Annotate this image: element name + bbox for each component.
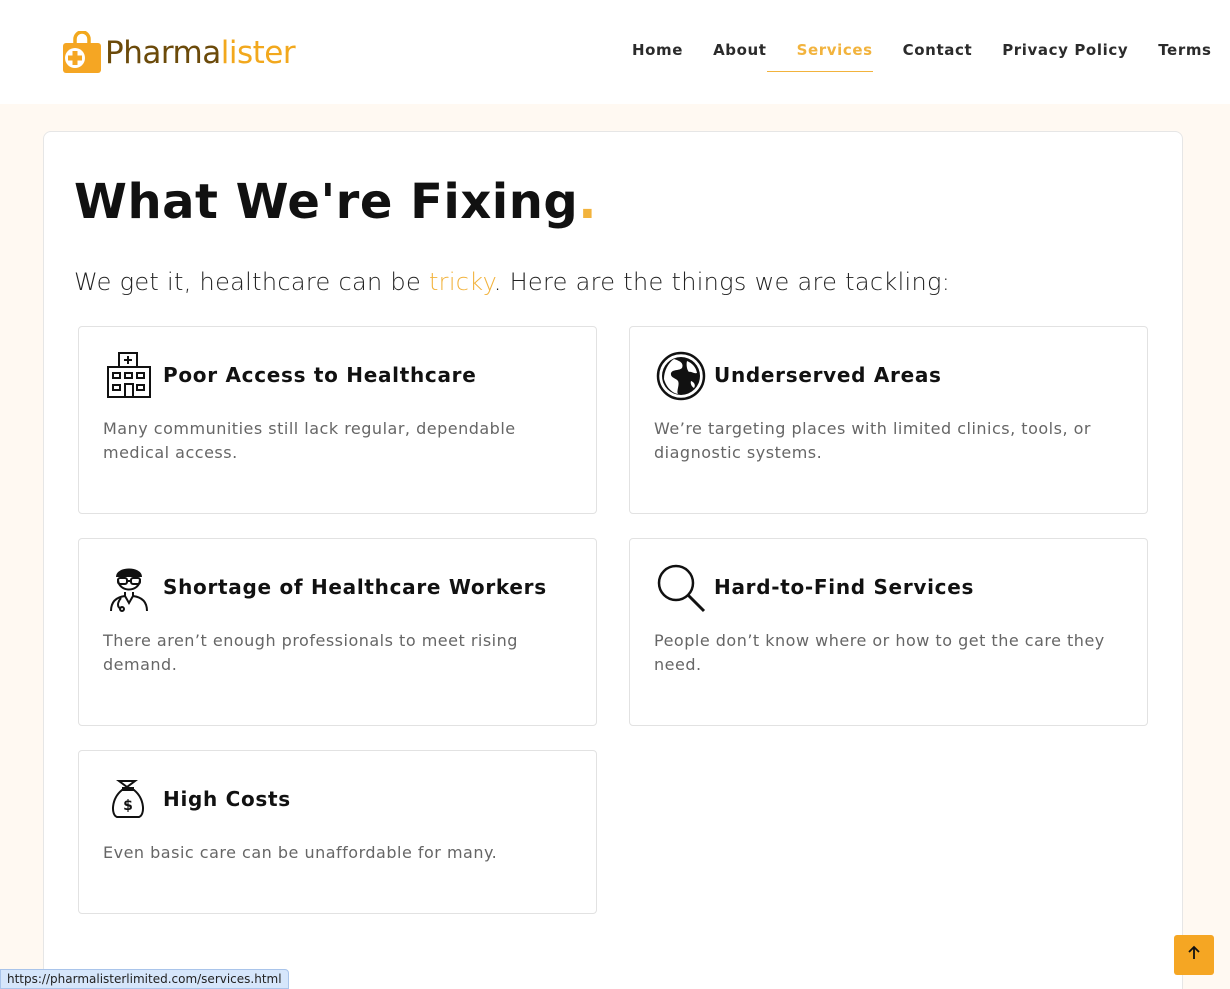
section-title: What We're Fixing. <box>74 174 598 230</box>
hospital-icon <box>105 351 153 401</box>
nav-about[interactable]: About <box>713 41 767 73</box>
magnifier-icon <box>656 563 706 613</box>
nav-terms[interactable]: Terms <box>1158 41 1211 73</box>
arrow-up-icon <box>1186 945 1202 965</box>
main-nav: Home About Services Contact Privacy Poli… <box>632 41 1230 73</box>
nav-privacy-policy[interactable]: Privacy Policy <box>1002 41 1128 73</box>
feature-card-worker-shortage: Shortage of Healthcare Workers There are… <box>78 538 597 726</box>
money-bag-icon: $ <box>105 775 153 825</box>
feature-title: Poor Access to Healthcare <box>163 363 477 387</box>
feature-card-high-costs: $ High Costs Even basic care can be unaf… <box>78 750 597 914</box>
nav-services[interactable]: Services <box>766 41 873 73</box>
status-url: https://pharmalisterlimited.com/services… <box>0 969 289 989</box>
globe-icon <box>656 351 706 401</box>
nav-home[interactable]: Home <box>632 41 683 73</box>
feature-text: People don’t know where or how to get th… <box>654 631 1105 674</box>
feature-title: Underserved Areas <box>714 363 942 387</box>
feature-card-poor-access: Poor Access to Healthcare Many communiti… <box>78 326 597 514</box>
feature-text: We’re targeting places with limited clin… <box>654 419 1091 462</box>
feature-card-hard-to-find: Hard-to-Find Services People don’t know … <box>629 538 1148 726</box>
brand-name: Pharmalister <box>105 35 296 71</box>
svg-text:$: $ <box>123 798 133 814</box>
section-subtitle: We get it, healthcare can be tricky. Her… <box>74 268 951 296</box>
feature-text: Many communities still lack regular, dep… <box>103 419 516 462</box>
nav-contact[interactable]: Contact <box>903 41 973 73</box>
feature-title: Shortage of Healthcare Workers <box>163 575 547 599</box>
feature-card-underserved-areas: Underserved Areas We’re targeting places… <box>629 326 1148 514</box>
feature-title: High Costs <box>163 787 291 811</box>
feature-text: There aren’t enough professionals to mee… <box>103 631 518 674</box>
feature-text: Even basic care can be unaffordable for … <box>103 843 498 862</box>
feature-title: Hard-to-Find Services <box>714 575 975 599</box>
site-header: Pharmalister Home About Services Contact… <box>0 0 1230 104</box>
back-to-top-button[interactable] <box>1174 935 1214 975</box>
doctor-icon <box>105 563 153 613</box>
shopping-bag-cross-icon <box>61 30 103 75</box>
brand-logo[interactable]: Pharmalister <box>61 30 296 75</box>
